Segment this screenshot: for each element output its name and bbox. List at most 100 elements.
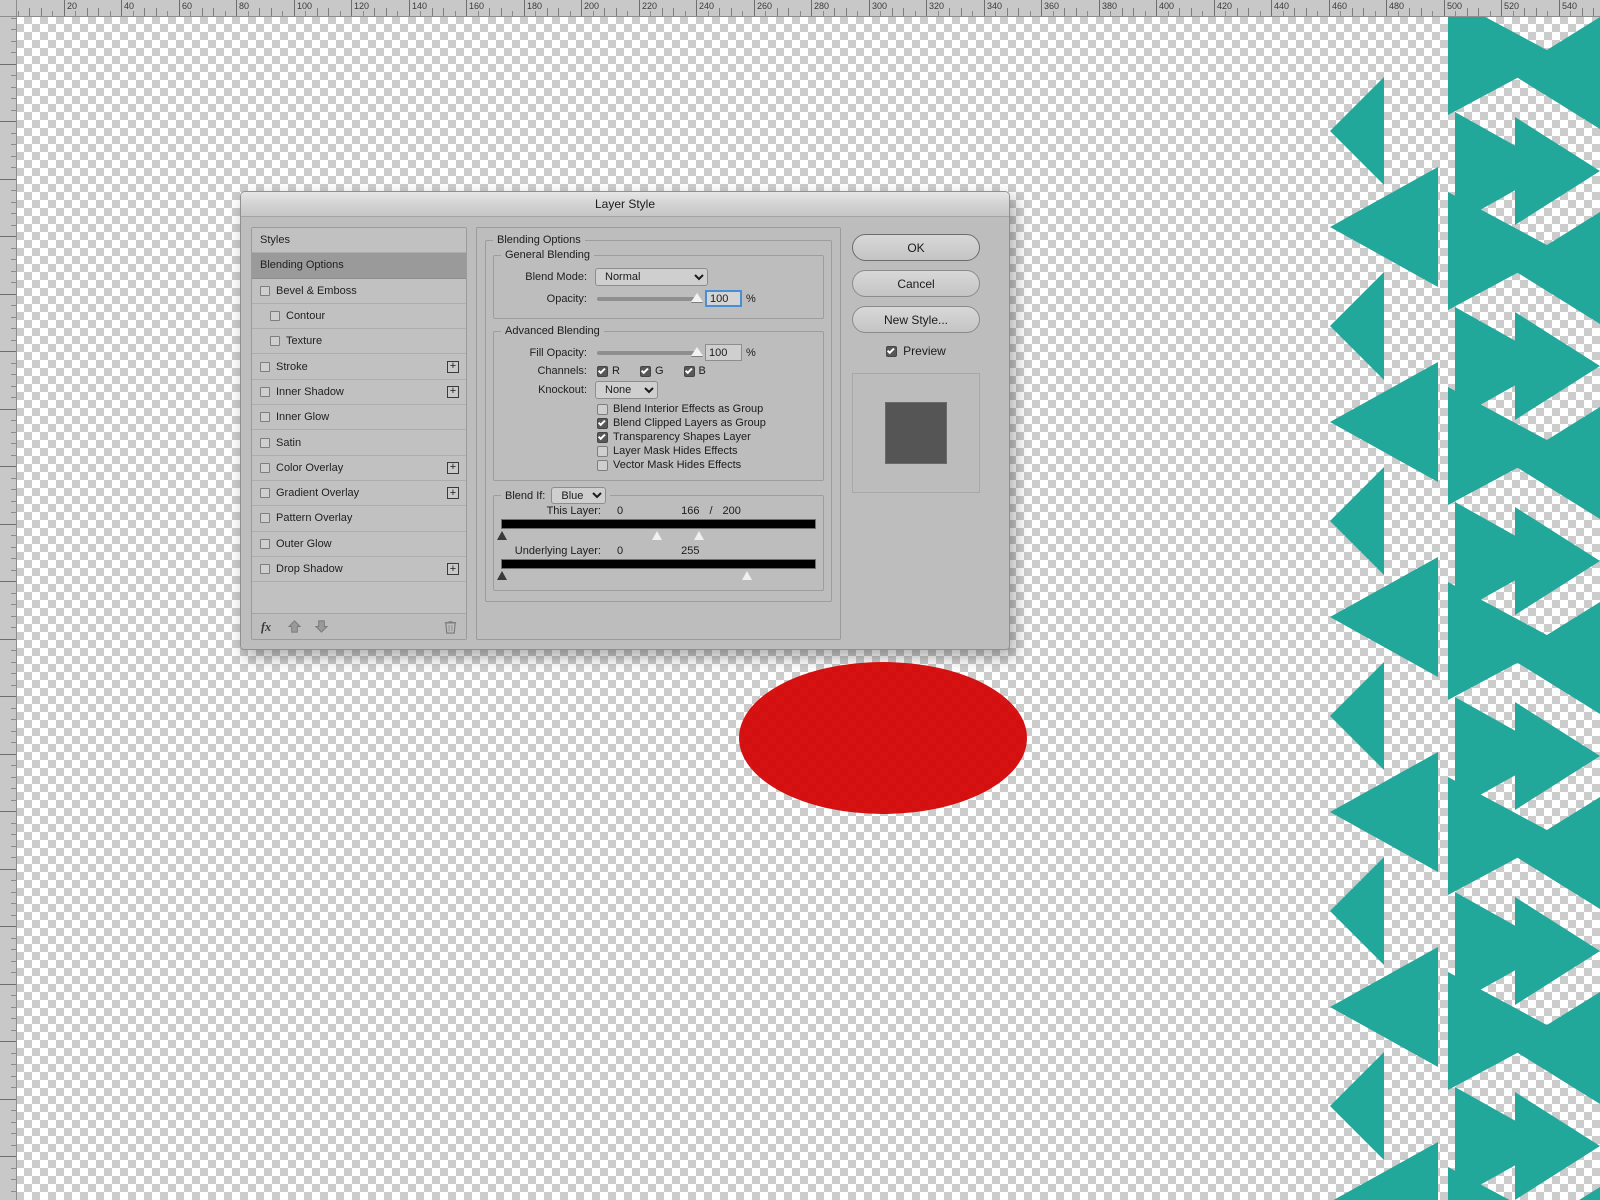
advanced-checkbox[interactable] [597, 431, 608, 443]
ruler-tick-minor [1225, 11, 1226, 16]
fill-opacity-input[interactable] [705, 344, 742, 361]
knockout-select[interactable]: None [595, 381, 658, 399]
style-row-label: Blending Options [260, 259, 344, 272]
ruler-tick-minor [846, 8, 847, 16]
vruler-tick-minor [11, 248, 16, 249]
ok-button[interactable]: OK [852, 234, 980, 261]
style-checkbox[interactable] [260, 412, 270, 423]
ruler-tick-minor [915, 11, 916, 16]
fill-opacity-slider[interactable] [597, 346, 703, 356]
channel-g[interactable]: G [639, 365, 664, 377]
ruler-tick-minor [1076, 8, 1077, 16]
style-row-label: Texture [286, 335, 323, 348]
style-row-satin[interactable]: Satin [252, 430, 466, 456]
underlying-layer-white-marker[interactable] [742, 571, 752, 580]
advanced-checkbox[interactable] [597, 403, 608, 415]
arrow-down-icon[interactable] [314, 619, 329, 634]
ruler-tick-major [64, 0, 65, 16]
style-checkbox[interactable] [260, 437, 270, 448]
channel-b[interactable]: B [683, 365, 706, 377]
blend-if-channel-select[interactable]: Blue [551, 487, 607, 504]
style-row-styles[interactable]: Styles [252, 228, 466, 254]
this-layer-black-marker[interactable] [497, 531, 507, 540]
style-checkbox[interactable] [270, 311, 280, 322]
ruler-tick-minor [765, 11, 766, 16]
style-row-blending-options[interactable]: Blending Options [252, 253, 466, 279]
horizontal-ruler[interactable]: 0204060801001201401601802002202402602803… [0, 0, 1600, 17]
vruler-tick-minor [11, 1168, 16, 1169]
advanced-checkbox-row-4[interactable]: Vector Mask Hides Effects [597, 459, 816, 471]
channel-checkbox-g[interactable] [639, 365, 651, 377]
style-checkbox[interactable] [270, 336, 280, 347]
opacity-slider-thumb[interactable] [691, 292, 703, 302]
opacity-slider[interactable] [597, 292, 703, 302]
style-checkbox[interactable] [260, 488, 270, 499]
fx-icon[interactable]: fx [260, 619, 275, 634]
this-layer-white-marker-left[interactable] [652, 531, 662, 540]
ruler-tick-minor [857, 11, 858, 16]
style-row-inner-glow[interactable]: Inner Glow [252, 405, 466, 431]
add-effect-plus-icon[interactable]: + [447, 487, 459, 500]
ruler-tick-major [1156, 0, 1157, 16]
underlying-layer-black-marker[interactable] [497, 571, 507, 580]
style-row-texture[interactable]: Texture [252, 329, 466, 355]
style-checkbox[interactable] [260, 513, 270, 524]
opacity-input[interactable] [705, 290, 742, 307]
styles-list[interactable]: Styles Blending Options Bevel & Emboss Cont… [252, 228, 466, 614]
this-layer-white-marker-right[interactable] [694, 531, 704, 540]
advanced-checkbox[interactable] [597, 417, 608, 429]
fill-opacity-slider-thumb[interactable] [691, 346, 703, 356]
add-effect-plus-icon[interactable]: + [447, 385, 459, 398]
ruler-corner[interactable] [0, 0, 17, 17]
style-checkbox[interactable] [260, 462, 270, 473]
vruler-tick-minor [11, 98, 16, 99]
advanced-checkbox-row-3[interactable]: Layer Mask Hides Effects [597, 445, 816, 457]
vruler-tick-major [0, 1099, 16, 1100]
style-checkbox[interactable] [260, 386, 270, 397]
trash-icon[interactable] [443, 619, 458, 634]
ruler-tick-minor [1202, 11, 1203, 16]
ruler-tick-major [351, 0, 352, 16]
channel-r[interactable]: R [597, 365, 620, 377]
add-effect-plus-icon[interactable]: + [447, 563, 459, 575]
style-row-contour[interactable]: Contour [252, 303, 466, 330]
dialog-titlebar[interactable]: Layer Style [241, 192, 1009, 217]
underlying-layer-gradient-bar[interactable] [497, 559, 816, 580]
vruler-tick-minor [11, 857, 16, 858]
advanced-checkbox-row-2[interactable]: Transparency Shapes Layer [597, 431, 816, 443]
artwork-triangle [1515, 117, 1600, 225]
preview-row[interactable]: Preview [886, 344, 946, 358]
blend-mode-select[interactable]: Normal [595, 268, 708, 286]
channel-checkbox-b[interactable] [683, 365, 695, 377]
style-row-pattern-overlay[interactable]: Pattern Overlay [252, 506, 466, 532]
arrow-up-icon[interactable] [287, 619, 302, 634]
cancel-button[interactable]: Cancel [852, 270, 980, 297]
new-style-button[interactable]: New Style... [852, 306, 980, 333]
style-row-stroke[interactable]: Stroke + [252, 354, 466, 380]
vruler-tick-minor [11, 1076, 16, 1077]
advanced-checkbox[interactable] [597, 445, 608, 457]
vruler-tick-minor [11, 742, 16, 743]
this-layer-gradient-bar[interactable] [497, 519, 816, 540]
style-checkbox[interactable] [260, 285, 270, 296]
preview-checkbox[interactable] [886, 345, 898, 357]
add-effect-plus-icon[interactable]: + [447, 461, 459, 474]
style-checkbox[interactable] [260, 361, 270, 372]
style-checkbox[interactable] [260, 564, 270, 574]
advanced-checkbox-row-1[interactable]: Blend Clipped Layers as Group [597, 417, 816, 429]
vertical-ruler[interactable] [0, 0, 17, 1200]
style-row-inner-shadow[interactable]: Inner Shadow + [252, 379, 466, 406]
style-row-color-overlay[interactable]: Color Overlay + [252, 455, 466, 481]
add-effect-plus-icon[interactable]: + [447, 360, 459, 373]
advanced-checkbox[interactable] [597, 459, 608, 471]
style-row-outer-glow[interactable]: Outer Glow [252, 531, 466, 557]
style-row-drop-shadow[interactable]: Drop Shadow + [252, 556, 466, 583]
style-row-bevel-emboss[interactable]: Bevel & Emboss [252, 278, 466, 304]
channel-checkbox-r[interactable] [597, 365, 608, 377]
ruler-label-400: 400 [1159, 1, 1175, 11]
style-row-gradient-overlay[interactable]: Gradient Overlay + [252, 480, 466, 507]
ruler-tick-minor [1087, 11, 1088, 16]
advanced-checkbox-row-0[interactable]: Blend Interior Effects as Group [597, 403, 816, 415]
style-checkbox[interactable] [260, 538, 270, 549]
ruler-tick-minor [604, 8, 605, 16]
